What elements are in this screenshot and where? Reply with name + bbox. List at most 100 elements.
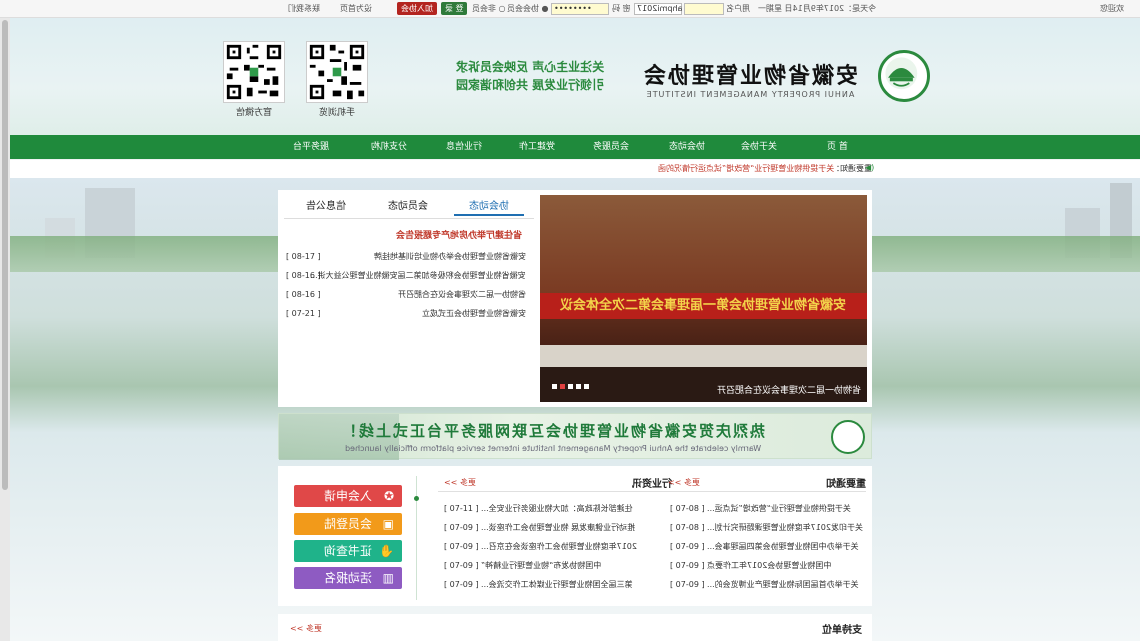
set-home-link[interactable]: 设为首页	[340, 3, 372, 15]
list-title[interactable]: 第三届全国物业管理行业媒体工作交流会...	[481, 578, 633, 592]
news-date: [ 08-17 ]	[286, 252, 321, 261]
list-title[interactable]: 2017年度物业管理协会工作座谈会在京召...	[481, 540, 637, 554]
news-headline[interactable]: 省住建厅举办房地产专题报告会	[396, 228, 522, 241]
qr-mobile-label: 手机浏览	[318, 108, 355, 118]
news-date: [ 08-16 ]	[286, 290, 321, 299]
celebration-banner[interactable]: 热烈庆贺安徽省物业管理协会互联网服务平台正式上线！ Warmly celebra…	[278, 413, 872, 460]
support-more-link[interactable]: 更多 >>	[290, 623, 322, 634]
username-input[interactable]: ahpmi2017	[634, 3, 682, 15]
notices-more-link[interactable]: 更多 >>	[668, 477, 700, 488]
slogan-line-2: 引领行业发展 共创和谐家园	[455, 78, 605, 92]
list-item[interactable]: [ 07-21 ] 安徽省物业管理协会正式成立	[286, 307, 526, 321]
list-date: [ 07-09 ]	[444, 523, 479, 532]
username-input-ext[interactable]	[684, 3, 724, 15]
list-item[interactable]: [ 07-11 ] 住建部长陈政高：加大物业服务行业安全...	[444, 502, 633, 516]
slide-dot[interactable]	[552, 384, 557, 389]
banner-title: 热烈庆贺安徽省物业管理协会互联网服务平台正式上线！	[340, 422, 766, 440]
today-text: 今天是：2017年9月14日 星期一	[758, 4, 877, 13]
news-date: [ 07-21 ]	[286, 309, 321, 318]
list-item[interactable]: [ 07-09 ] 关于举办中国物业管理协会第四届理事会...	[670, 540, 859, 554]
nav-item-member-service[interactable]: 会员服务	[582, 135, 640, 159]
welcome-text: 欢迎您	[1100, 4, 1124, 13]
nav-item-branches[interactable]: 分支机构	[360, 135, 418, 159]
timeline-dot	[414, 496, 419, 501]
list-date: [ 07-09 ]	[444, 561, 479, 570]
news-title[interactable]: 安徽省物业管理协会正式成立	[422, 307, 526, 321]
list-title[interactable]: 住建部长陈政高：加大物业服务行业安全...	[481, 502, 633, 516]
join-apply-button[interactable]: 入会申请 ✪	[294, 485, 402, 507]
org-title: 安徽省物业管理协会 ANHUI PROPERTY MANAGEMENT INST…	[620, 58, 880, 99]
nav-item-about[interactable]: 关于协会	[730, 135, 788, 159]
nav-item-industry[interactable]: 行业信息	[435, 135, 493, 159]
notice-marquee-text[interactable]: 关于提供物业管理行业“营改增”试点运行情况的函	[658, 163, 834, 174]
banner-subtitle: Warmly celebrate the Anhui Property Mana…	[344, 444, 762, 453]
org-name-en: ANHUI PROPERTY MANAGEMENT INSTITUTE	[645, 90, 855, 99]
scrollbar-thumb[interactable]	[2, 20, 8, 490]
slide-dot[interactable]	[560, 384, 565, 389]
list-item[interactable]: [ 08-17 ] 安徽省物业管理协会举办物业培训基地挂牌	[286, 250, 526, 264]
timeline-line	[416, 476, 417, 600]
industry-section-title: 行业资讯	[632, 479, 672, 490]
list-item[interactable]: [ 07-09 ] 2017年度物业管理协会工作座谈会在京召...	[444, 540, 637, 554]
list-item[interactable]: [ 07-08 ] 关于提供物业管理行业“营改增”试点运...	[670, 502, 851, 516]
handshake-icon: ✋	[379, 544, 394, 558]
list-date: [ 07-09 ]	[444, 542, 479, 551]
header-slogan: 关注业主心声 反映会员诉求 引领行业发展 共创和谐家园	[450, 58, 610, 94]
qr-wechat-label: 官方微信	[235, 108, 272, 118]
nav-item-news[interactable]: 协会动态	[658, 135, 716, 159]
news-card: 安徽省物业管理协会第一届理事会第二次全体会议 省物协一届二次理事会议在合肥召开 …	[278, 190, 872, 407]
radio-nonmember[interactable]: ○ 非会员	[472, 3, 506, 15]
slideshow[interactable]: 安徽省物业管理协会第一届理事会第二次全体会议 省物协一届二次理事会议在合肥召开	[540, 195, 867, 402]
notice-bar: 关于提供物业管理行业“营改增”试点运行情况的函 重要通知： ◀)	[10, 160, 1140, 178]
member-login-button[interactable]: 会员登陆 ▣	[294, 513, 402, 535]
top-bar: 联系我们 设为首页 加入协会 登 录 ○ 非会员 ● 协会会员 ••••••••…	[0, 0, 1140, 18]
slide-dot[interactable]	[584, 384, 589, 389]
lower-card: 入会申请 ✪ 会员登陆 ▣ 证书查询 ✋ 活动报名 ▥ 更多 >> 行业资讯 [ 07-…	[278, 466, 872, 606]
slide-dot[interactable]	[568, 384, 573, 389]
password-label: 密 码	[612, 4, 631, 13]
list-date: [ 07-08 ]	[670, 504, 705, 513]
news-title[interactable]: 省物协一届二次理事会议在合肥召开	[398, 288, 526, 302]
certificate-query-button[interactable]: 证书查询 ✋	[294, 540, 402, 562]
list-item[interactable]: [ 07-08 ] 关于印发2017年度物业管理课题研究计划...	[670, 521, 863, 535]
list-item[interactable]: [ 07-09 ] 推动行业健康发展 物业管理协会工作座谈...	[444, 521, 635, 535]
tab-member-news[interactable]: 会员动态	[378, 198, 438, 216]
list-title[interactable]: 关于印发2017年度物业管理课题研究计划...	[707, 521, 863, 535]
join-button[interactable]: 加入协会	[397, 2, 437, 15]
list-title[interactable]: 中国物业管理协会2017年工作要点	[707, 559, 831, 573]
list-title[interactable]: 中国物协发布“物业管理行业精神”	[481, 559, 601, 573]
list-item[interactable]: [ 07-09 ] 中国物业管理协会2017年工作要点	[670, 559, 831, 573]
list-date: [ 07-11 ]	[444, 504, 479, 513]
list-date: [ 07-09 ]	[670, 561, 705, 570]
news-title[interactable]: 安徽省物业管理协会举办物业培训基地挂牌	[374, 250, 526, 264]
radio-member[interactable]: ● 协会会员	[507, 3, 549, 15]
list-title[interactable]: 关于举办中国物业管理协会第四届理事会...	[707, 540, 859, 554]
list-item[interactable]: [ 07-09 ] 中国物协发布“物业管理行业精神”	[444, 559, 601, 573]
list-item[interactable]: [ 07-09 ] 第三届全国物业管理行业媒体工作交流会...	[444, 578, 633, 592]
qr-code-mobile	[306, 41, 368, 103]
support-card: 更多 >> 支持单位	[278, 614, 872, 641]
slide-dot[interactable]	[576, 384, 581, 389]
tab-association-news[interactable]: 协会动态	[454, 198, 524, 216]
list-item[interactable]: [ 08-16 ] 省物协一届二次理事会议在合肥召开	[286, 288, 526, 302]
contact-link[interactable]: 联系我们	[288, 3, 320, 15]
vertical-scrollbar[interactable]	[0, 18, 10, 641]
password-input[interactable]: ••••••••	[551, 3, 609, 15]
slide-dots[interactable]	[552, 382, 589, 392]
list-title[interactable]: 关于举办首届国际物业管理产业博览会的...	[707, 578, 859, 592]
nav-item-party[interactable]: 党建工作	[508, 135, 566, 159]
badge-icon: ✪	[383, 489, 394, 503]
site-header: 官方微信 手机浏览 关注业主心声 反映会员诉求 引领行业发展 共创和谐家园 安徽…	[10, 18, 1140, 135]
list-title[interactable]: 推动行业健康发展 物业管理协会工作座谈...	[481, 521, 635, 535]
list-item[interactable]: [ 08-16 ] 安徽省物业管理协会积极参加第二届安徽物业管理公益大讲...	[286, 269, 526, 283]
list-date: [ 07-09 ]	[670, 580, 705, 589]
event-signup-button[interactable]: 活动报名 ▥	[294, 567, 402, 589]
tab-info-notice[interactable]: 信息公告	[296, 198, 356, 216]
list-title[interactable]: 关于提供物业管理行业“营改增”试点运...	[707, 502, 851, 516]
nav-item-services[interactable]: 服务平台	[282, 135, 340, 159]
industry-more-link[interactable]: 更多 >>	[444, 477, 476, 488]
list-item[interactable]: [ 07-09 ] 关于举办首届国际物业管理产业博览会的...	[670, 578, 859, 592]
login-button[interactable]: 登 录	[441, 2, 467, 15]
news-title[interactable]: 安徽省物业管理协会积极参加第二届安徽物业管理公益大讲...	[310, 269, 526, 283]
nav-item-home[interactable]: 首 页	[808, 135, 866, 159]
